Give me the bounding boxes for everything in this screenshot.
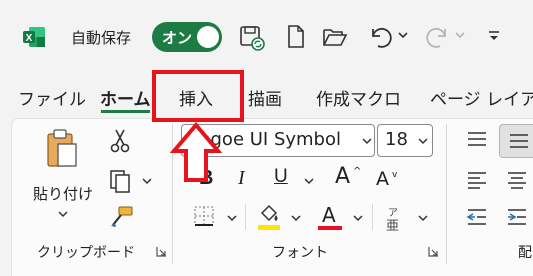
grow-font-caret-icon: ^ bbox=[353, 166, 362, 177]
underline-button[interactable]: U bbox=[274, 166, 288, 188]
font-size-chevron-icon[interactable] bbox=[418, 137, 428, 145]
phonetic-dropdown-chevron-icon[interactable] bbox=[418, 214, 428, 222]
borders-icon[interactable] bbox=[193, 205, 215, 227]
font-row-separator bbox=[372, 204, 373, 230]
italic-button[interactable]: I bbox=[238, 167, 245, 190]
fill-color-dropdown-chevron-icon[interactable] bbox=[291, 214, 301, 222]
toggle-knob bbox=[197, 26, 219, 48]
tab-home[interactable]: ホーム bbox=[100, 85, 151, 110]
phonetic-guide-button[interactable]: 亜 bbox=[386, 215, 399, 234]
up-arrow-icon bbox=[170, 122, 222, 184]
format-painter-icon[interactable] bbox=[109, 205, 135, 229]
insert-tab-highlight-box bbox=[152, 70, 244, 122]
save-icon[interactable] bbox=[238, 24, 266, 52]
paste-button[interactable]: 貼り付け bbox=[33, 183, 93, 204]
increase-indent-icon[interactable] bbox=[506, 207, 528, 227]
autosave-state-label: オン bbox=[162, 29, 193, 47]
tab-page-layout[interactable]: ページ レイアウ bbox=[430, 85, 533, 110]
tab-draw[interactable]: 描画 bbox=[248, 85, 282, 110]
excel-logo-icon: X bbox=[22, 26, 46, 48]
paste-dropdown-chevron-icon[interactable] bbox=[58, 210, 68, 218]
align-center-icon[interactable] bbox=[506, 170, 528, 190]
font-size-value: 18 bbox=[385, 129, 408, 150]
new-document-icon[interactable] bbox=[286, 24, 306, 50]
tab-macro[interactable]: 作成マクロ bbox=[316, 85, 401, 110]
redo-dropdown-chevron-icon[interactable] bbox=[455, 31, 465, 39]
group-separator bbox=[446, 124, 447, 264]
autosave-toggle[interactable]: オン bbox=[152, 22, 222, 52]
copy-icon[interactable] bbox=[108, 168, 134, 194]
align-top-icon[interactable] bbox=[466, 130, 488, 148]
align-middle-icon bbox=[508, 132, 530, 150]
undo-icon[interactable] bbox=[368, 24, 394, 50]
grow-font-button[interactable]: A bbox=[335, 164, 350, 189]
copy-dropdown-chevron-icon[interactable] bbox=[142, 177, 152, 185]
autosave-label: 自動保存 bbox=[71, 29, 132, 47]
font-group-label: フォント bbox=[272, 245, 328, 261]
decrease-indent-icon[interactable] bbox=[466, 207, 488, 227]
shrink-font-caret-icon: v bbox=[392, 170, 398, 180]
clipboard-group-label: クリップボード bbox=[37, 245, 135, 261]
fill-color-icon[interactable] bbox=[256, 203, 282, 231]
borders-dropdown-chevron-icon[interactable] bbox=[227, 214, 237, 222]
active-tab-underline bbox=[101, 110, 150, 113]
alignment-group-label: 配 bbox=[518, 245, 532, 261]
scissors-icon[interactable] bbox=[109, 128, 131, 154]
align-left-icon[interactable] bbox=[466, 170, 488, 190]
font-dialog-launcher-icon[interactable] bbox=[428, 246, 439, 257]
paste-icon[interactable] bbox=[45, 128, 79, 170]
customize-qat-icon[interactable] bbox=[487, 29, 501, 43]
font-row-separator bbox=[245, 204, 246, 230]
font-name-chevron-icon[interactable] bbox=[362, 137, 372, 145]
font-color-swatch bbox=[318, 226, 342, 230]
align-middle-button[interactable] bbox=[499, 124, 533, 158]
svg-text:X: X bbox=[26, 33, 33, 44]
font-size-combobox[interactable]: 18 bbox=[377, 124, 433, 157]
font-color-button[interactable]: A bbox=[322, 203, 336, 227]
redo-icon[interactable] bbox=[424, 24, 450, 50]
clipboard-dialog-launcher-icon[interactable] bbox=[156, 246, 167, 257]
open-folder-icon[interactable] bbox=[322, 26, 348, 48]
font-color-dropdown-chevron-icon[interactable] bbox=[353, 214, 363, 222]
tab-file[interactable]: ファイル bbox=[18, 85, 86, 110]
undo-dropdown-chevron-icon[interactable] bbox=[398, 31, 408, 39]
underline-dropdown-chevron-icon[interactable] bbox=[304, 177, 314, 185]
shrink-font-button[interactable]: A bbox=[376, 168, 389, 190]
